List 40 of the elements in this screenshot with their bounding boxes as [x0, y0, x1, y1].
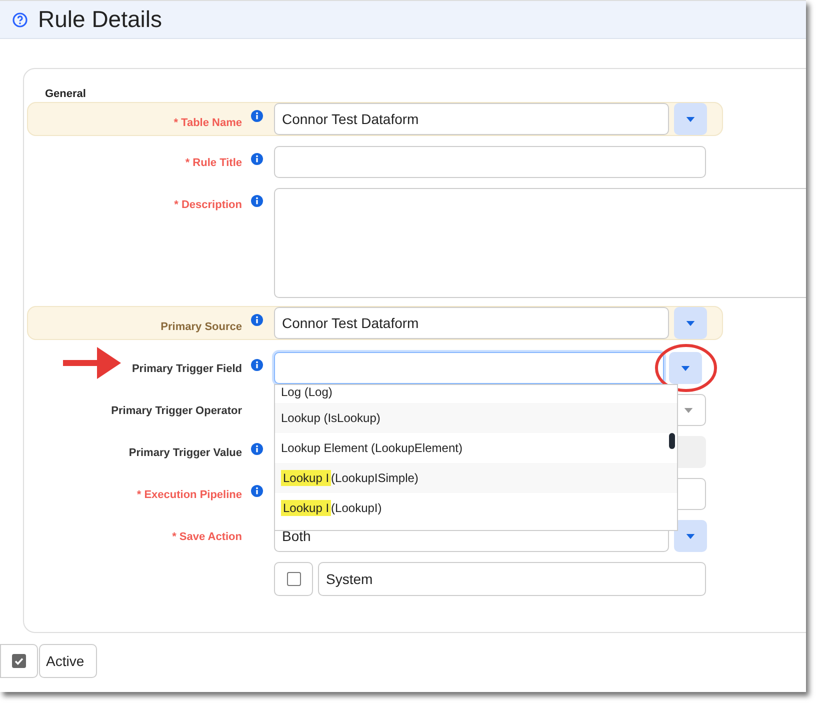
- checkbox[interactable]: [286, 572, 300, 586]
- caret-icon: [684, 408, 693, 412]
- dropdown-option[interactable]: Lookup I (LookupISimple): [275, 463, 677, 493]
- info-icon[interactable]: [251, 153, 263, 165]
- checkbox-label: System: [318, 562, 706, 596]
- caret-icon: [686, 320, 695, 326]
- field-label: * Table Name: [174, 117, 242, 129]
- caret-icon: [686, 116, 695, 122]
- info-icon[interactable]: [251, 359, 263, 371]
- caret-icon: [681, 366, 690, 370]
- info-icon[interactable]: [251, 195, 263, 207]
- info-icon[interactable]: [251, 110, 263, 122]
- field-label: * Rule Title: [185, 157, 242, 169]
- section-title: General: [45, 88, 86, 100]
- dropdown-option[interactable]: Lookup Element (LookupElement): [275, 433, 677, 463]
- field-label: Primary Trigger Operator: [111, 405, 242, 417]
- field-label: Primary Trigger Value: [128, 447, 242, 459]
- checkbox[interactable]: [12, 654, 26, 668]
- field-label: Primary Trigger Field: [132, 363, 242, 375]
- dropdown-option[interactable]: Lookup I (LookupI): [275, 493, 677, 523]
- field-label: Primary Source: [160, 321, 242, 333]
- field-label: * Execution Pipeline: [136, 489, 242, 501]
- caret-icon: [686, 534, 695, 538]
- trigger-field-input[interactable]: [274, 352, 664, 384]
- select-field[interactable]: Connor Test Dataform: [274, 307, 669, 339]
- check-icon: [13, 655, 25, 667]
- annotation-circle: [654, 343, 718, 393]
- text-field[interactable]: [274, 146, 706, 178]
- help-icon[interactable]: [12, 12, 28, 28]
- scrollbar-thumb[interactable]: [669, 433, 675, 449]
- description-field[interactable]: [274, 188, 806, 298]
- field-label: * Save Action: [172, 531, 242, 543]
- page-title: Rule Details: [38, 6, 162, 33]
- checkbox-label: Active: [39, 644, 98, 678]
- dropdown-option[interactable]: Lookup (IsLookup): [275, 403, 677, 433]
- field-label: * Description: [174, 199, 242, 211]
- info-icon[interactable]: [251, 314, 263, 326]
- select-field[interactable]: Connor Test Dataform: [274, 103, 669, 135]
- info-icon[interactable]: [251, 485, 263, 497]
- dropdown-option[interactable]: Log (Log): [275, 385, 677, 403]
